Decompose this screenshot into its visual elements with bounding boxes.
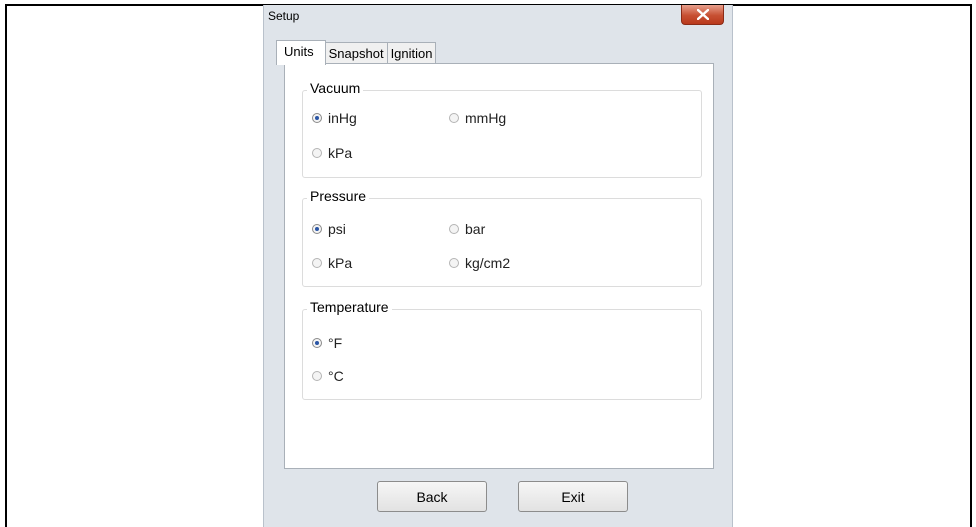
radio-label: bar [465, 221, 486, 237]
radio-label: kPa [328, 255, 353, 271]
radio-pressure-bar[interactable]: bar [449, 221, 485, 237]
tab-units[interactable]: Units [276, 40, 326, 65]
tab-snapshot[interactable]: Snapshot [324, 42, 388, 64]
tab-ignition[interactable]: Ignition [386, 42, 437, 64]
back-button[interactable]: Back [377, 481, 487, 512]
temperature-group: Temperature °F °C [302, 299, 702, 400]
radio-selected-icon [312, 113, 322, 123]
radio-label: °F [328, 335, 343, 351]
window-title: Setup [268, 9, 300, 23]
radio-label: psi [328, 221, 346, 237]
radio-unselected-icon [449, 224, 459, 234]
pressure-group-title: Pressure [307, 188, 370, 204]
radio-pressure-psi[interactable]: psi [312, 221, 346, 237]
radio-selected-icon [312, 338, 322, 348]
radio-label: kPa [328, 145, 353, 161]
radio-temperature-f[interactable]: °F [312, 335, 342, 351]
vacuum-group: Vacuum inHg mmHg kPa [302, 80, 702, 178]
temperature-group-title: Temperature [307, 299, 392, 315]
radio-unselected-icon [312, 148, 322, 158]
radio-unselected-icon [312, 371, 322, 381]
units-panel: Vacuum inHg mmHg kPa Pressure psi bar kP… [284, 63, 714, 469]
radio-label: inHg [328, 110, 357, 126]
close-button[interactable] [681, 5, 724, 25]
radio-pressure-kpa[interactable]: kPa [312, 255, 352, 271]
radio-pressure-kgcm2[interactable]: kg/cm2 [449, 255, 510, 271]
setup-dialog: Setup Units Snapshot Ignition Vacuum inH… [263, 5, 733, 527]
radio-label: kg/cm2 [465, 255, 511, 271]
vacuum-group-title: Vacuum [307, 80, 364, 96]
radio-label: °C [328, 368, 344, 384]
radio-unselected-icon [449, 113, 459, 123]
radio-vacuum-inhg[interactable]: inHg [312, 110, 357, 126]
tab-strip: Units Snapshot Ignition [276, 40, 437, 65]
pressure-group: Pressure psi bar kPa kg/cm2 [302, 188, 702, 287]
radio-vacuum-mmhg[interactable]: mmHg [449, 110, 506, 126]
radio-unselected-icon [312, 258, 322, 268]
radio-unselected-icon [449, 258, 459, 268]
radio-label: mmHg [465, 110, 507, 126]
radio-vacuum-kpa[interactable]: kPa [312, 145, 352, 161]
radio-selected-icon [312, 224, 322, 234]
close-icon [696, 9, 709, 20]
radio-temperature-c[interactable]: °C [312, 368, 344, 384]
title-bar: Setup [264, 5, 732, 33]
exit-button[interactable]: Exit [518, 481, 628, 512]
